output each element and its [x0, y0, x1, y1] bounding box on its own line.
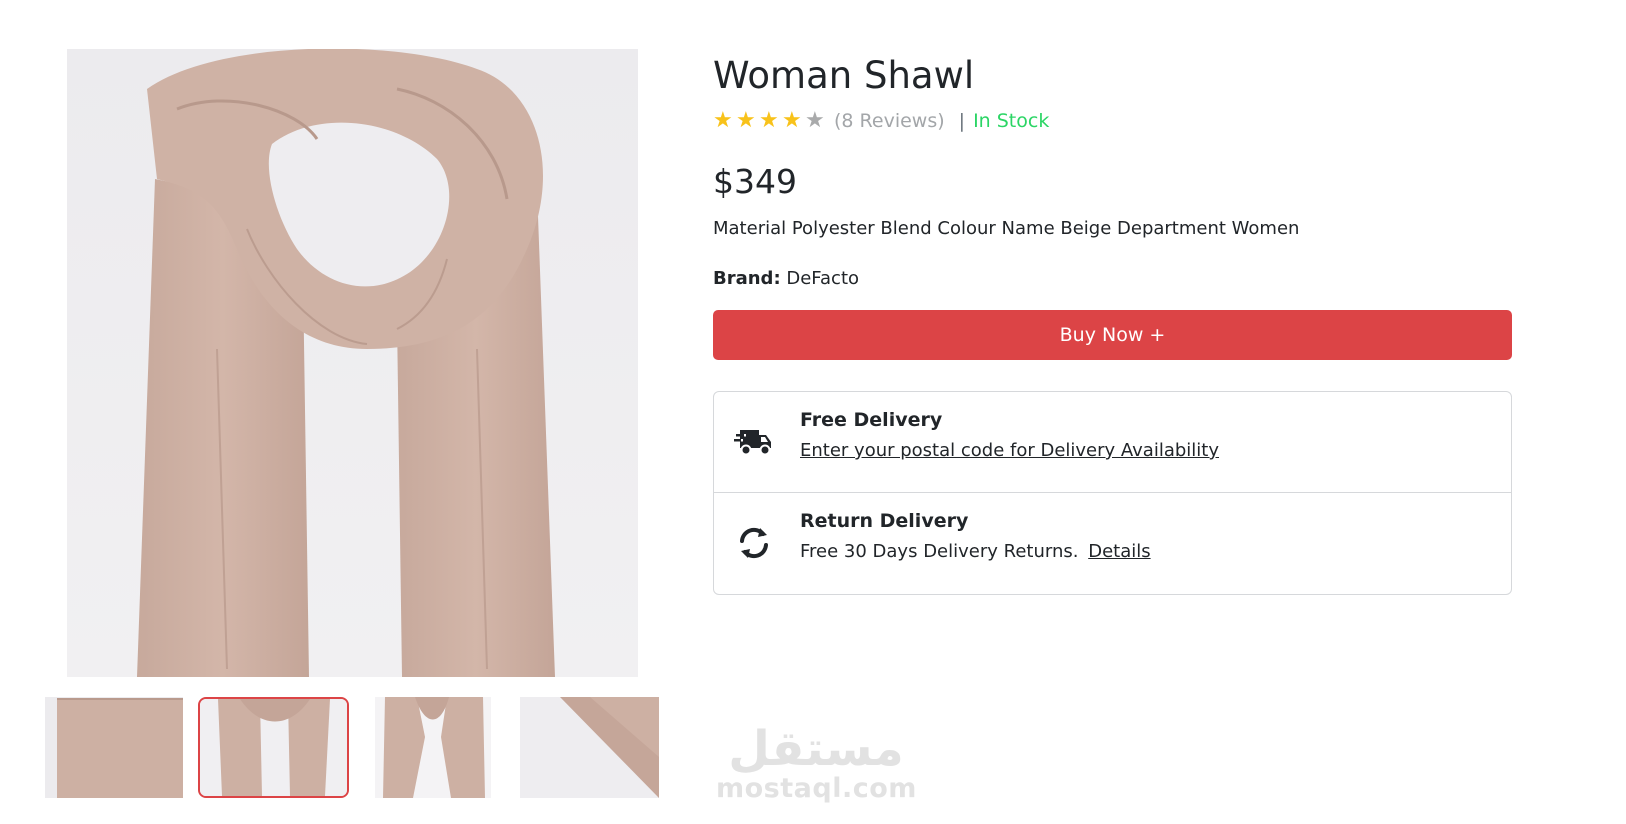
product-price: $349 [713, 162, 797, 201]
thumbnail-image [520, 697, 659, 798]
postal-code-link[interactable]: Enter your postal code for Delivery Avai… [800, 440, 1219, 461]
thumbnail-4[interactable] [520, 697, 659, 798]
star-filled-icon: ★ [713, 108, 733, 133]
star-empty-icon: ★ [805, 108, 825, 133]
rating-row: ★ ★ ★ ★ ★ (8 Reviews) | In Stock [713, 108, 1513, 134]
reviews-count[interactable]: (8 Reviews) [834, 110, 945, 132]
star-filled-icon: ★ [759, 108, 779, 133]
separator: | [958, 110, 966, 132]
thumbnail-image [45, 697, 183, 798]
return-delivery-title: Return Delivery [800, 510, 969, 532]
star-rating: ★ ★ ★ ★ ★ [713, 110, 828, 132]
free-delivery-row: Free Delivery Enter your postal code for… [714, 392, 1511, 493]
product-main-image [67, 49, 638, 677]
thumbnail-image [375, 697, 491, 798]
product-brand: Brand: DeFacto [713, 266, 1513, 292]
stock-status: In Stock [973, 110, 1050, 132]
product-description: Material Polyester Blend Colour Name Bei… [713, 218, 1300, 239]
return-delivery-row: Return Delivery Free 30 Days Delivery Re… [714, 493, 1511, 594]
product-title: Woman Shawl [713, 54, 975, 97]
thumbnail-3[interactable] [375, 697, 491, 798]
thumbnail-2[interactable] [198, 697, 349, 798]
star-filled-icon: ★ [782, 108, 802, 133]
buy-now-button[interactable]: Buy Now + [713, 310, 1512, 360]
brand-value: DeFacto [786, 268, 860, 289]
product-info: Woman Shawl ★ ★ ★ ★ ★ (8 Reviews) | In S… [713, 50, 1513, 292]
details-link[interactable]: Details [1088, 541, 1150, 562]
watermark-latin: mostaql.com [716, 773, 917, 804]
free-delivery-text: Enter your postal code for Delivery Avai… [800, 437, 1219, 465]
thumbnail-1[interactable] [45, 697, 183, 798]
thumbnail-image [200, 699, 347, 796]
rotate-icon [740, 527, 768, 559]
delivery-info-box: Free Delivery Enter your postal code for… [713, 391, 1512, 595]
return-delivery-description: Free 30 Days Delivery Returns. [800, 541, 1079, 562]
star-filled-icon: ★ [736, 108, 756, 133]
free-delivery-title: Free Delivery [800, 409, 943, 431]
return-delivery-text: Free 30 Days Delivery Returns. Details [800, 538, 1151, 566]
shawl-image [137, 49, 555, 677]
truck-fast-icon [734, 430, 771, 456]
watermark-arabic: مستقل [728, 721, 904, 777]
watermark: مستقل mostaql.com [716, 724, 916, 814]
brand-label: Brand: [713, 268, 781, 289]
